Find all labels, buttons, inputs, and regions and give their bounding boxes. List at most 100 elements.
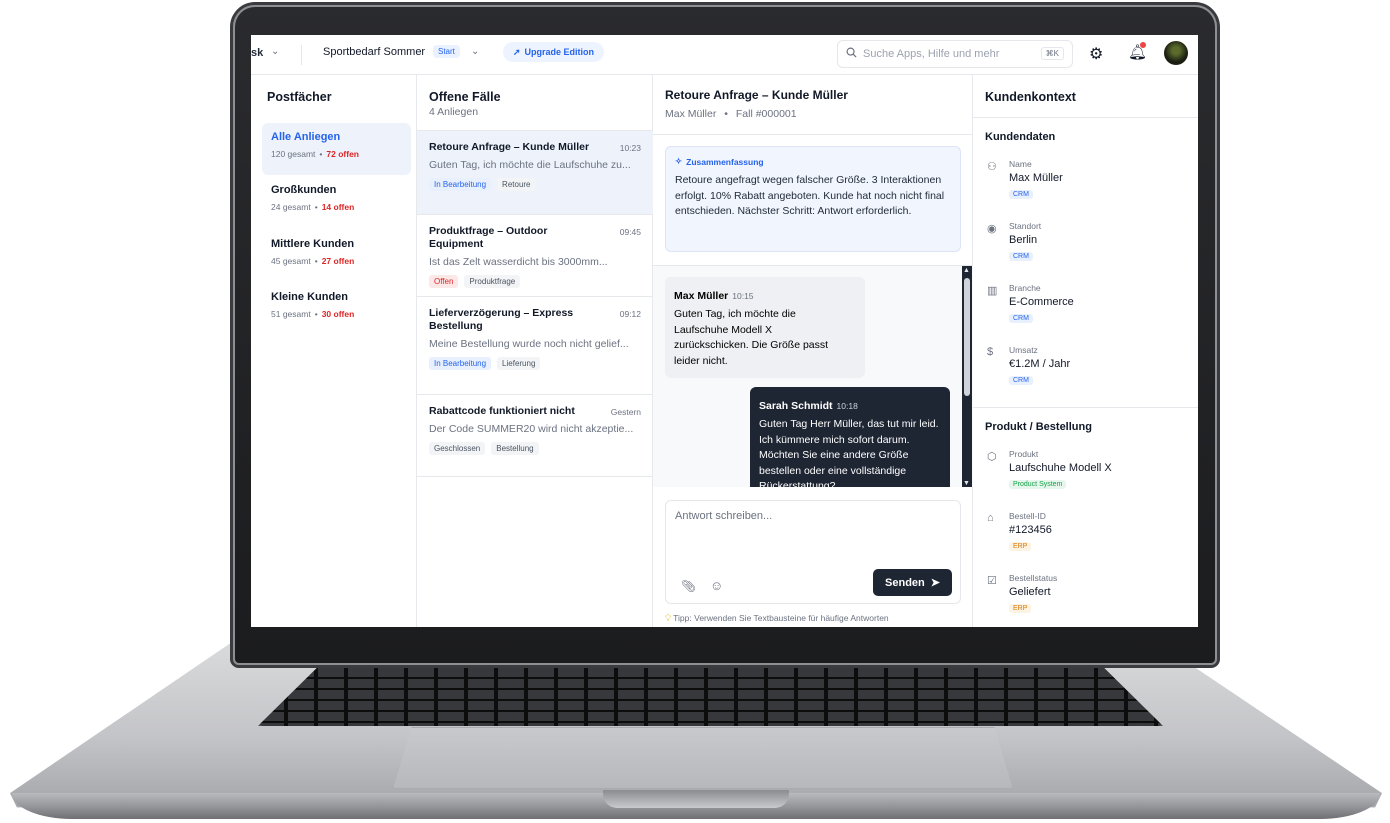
plan-badge: Start [433, 45, 460, 58]
mailbox-item-kleine-kunden[interactable]: Kleine Kunden 51 gesamt • 30 offen [262, 283, 411, 335]
mailbox-item-mittlere-kunden[interactable]: Mittlere Kunden 45 gesamt • 27 offen [262, 230, 411, 282]
scroll-down-icon[interactable]: ▼ [963, 480, 970, 487]
case-time: Gestern [610, 407, 641, 417]
send-button[interactable]: Senden ➤ [873, 569, 952, 596]
message-author: Max Müller [674, 290, 729, 302]
app-switcher-label[interactable]: sk [251, 47, 263, 59]
customer-context-panel: Kundenkontext Kundendaten ⚇ Name Max Mül… [973, 75, 1198, 627]
search-placeholder: Suche Apps, Hilfe und mehr [863, 48, 1000, 60]
message-text: Guten Tag, ich möchte die Laufschuhe Mod… [674, 308, 829, 367]
send-label: Senden [885, 576, 925, 589]
scroll-up-icon[interactable]: ▲ [963, 267, 970, 274]
dollar-icon: $ [987, 346, 994, 358]
message-time: 10:15 [732, 291, 754, 301]
laptop-opening-notch [603, 790, 789, 808]
message-author: Sarah Schmidt [759, 400, 833, 412]
status-badge: In Bearbeitung [429, 178, 492, 191]
source-badge: CRM [1009, 314, 1033, 323]
customer-name: Max Müller [665, 108, 717, 120]
category-badge: Bestellung [491, 442, 539, 455]
chevron-down-icon[interactable]: ⌄ [471, 46, 479, 57]
mailbox-meta: 45 gesamt • 27 offen [271, 256, 355, 266]
case-item[interactable]: Lieferverzögerung – Express Bestellung 0… [417, 297, 653, 395]
divider [973, 407, 1198, 408]
search-input[interactable]: Suche Apps, Hilfe und mehr ⌘K [837, 40, 1073, 68]
source-badge: ERP [1009, 604, 1032, 613]
company-name[interactable]: Sportbedarf Sommer [323, 46, 425, 58]
source-badge: CRM [1009, 376, 1033, 385]
app-screen: sk ⌄ Sportbedarf Sommer Start ⌄ ➚ Upgrad… [251, 35, 1198, 627]
upgrade-label: Upgrade Edition [524, 47, 595, 57]
mailbox-meta: 24 gesamt • 14 offen [271, 202, 355, 212]
mailbox-meta: 120 gesamt • 72 offen [271, 149, 359, 159]
message-agent: Sarah Schmidt 10:18 Guten Tag Herr Müller… [750, 387, 950, 487]
message-customer: Max Müller 10:15 Guten Tag, ich möchte di… [665, 277, 865, 378]
conversation-title: Retoure Anfrage – Kunde Müller [665, 88, 848, 102]
case-time: 09:45 [619, 227, 641, 237]
case-snippet: Der Code SUMMER20 wird nicht akzeptie... [429, 423, 634, 435]
status-badge: Offen [429, 275, 459, 288]
chevron-down-icon[interactable]: ⌄ [271, 46, 279, 57]
case-snippet: Meine Bestellung wurde noch nicht gelief… [429, 338, 629, 350]
cases-title: Offene Fälle [429, 90, 501, 104]
notification-dot [1140, 42, 1146, 48]
source-badge: CRM [1009, 190, 1033, 199]
source-badge: Product System [1009, 480, 1067, 489]
divider [973, 117, 1198, 118]
box-icon: ⬡ [987, 451, 997, 463]
upgrade-button[interactable]: ➚ Upgrade Edition [503, 42, 605, 62]
person-icon: ⚇ [987, 161, 997, 173]
sparkle-icon: ✧ [675, 156, 683, 166]
customer-section-title: Kundendaten [985, 131, 1056, 143]
mailbox-label: Mittlere Kunden [271, 238, 355, 250]
mailbox-item-grosskunden[interactable]: Großkunden 24 gesamt • 14 offen [262, 176, 411, 228]
case-time: 10:23 [619, 143, 641, 153]
avatar[interactable] [1164, 41, 1188, 65]
message-text: Guten Tag Herr Müller, das tut mir leid.… [759, 418, 939, 487]
tip-text: 💡︎ Tipp: Verwenden Sie Textbausteine für… [665, 613, 889, 623]
ai-summary-card: ✧ Zusammenfassung Retoure angefragt wege… [665, 146, 961, 252]
reply-input[interactable] [675, 510, 945, 522]
category-badge: Retoure [497, 178, 536, 191]
gear-icon[interactable]: ⚙ [1089, 44, 1103, 64]
context-title: Kundenkontext [985, 90, 1076, 104]
status-badge: Geschlossen [429, 442, 486, 455]
scrollbar-thumb[interactable] [964, 278, 970, 396]
reply-composer: 📎︎ ☺ Senden ➤ [665, 500, 961, 604]
mailbox-label: Großkunden [271, 184, 337, 196]
source-badge: ERP [1009, 542, 1032, 551]
case-title: Lieferverzögerung – Express Bestellung [429, 307, 574, 332]
status-badge: In Bearbeitung [429, 357, 492, 370]
paper-plane-icon: ➤ [930, 577, 940, 589]
mailbox-label: Alle Anliegen [271, 131, 341, 143]
case-id: Fall #000001 [735, 108, 797, 120]
case-item[interactable]: Produktfrage – Outdoor Equipment 09:45 I… [417, 215, 653, 297]
summary-text: Retoure angefragt wegen falscher Größe. … [675, 174, 945, 217]
tag-icon: ⌂ [987, 512, 994, 524]
laptop-trackpad [393, 727, 1013, 789]
category-badge: Lieferung [497, 357, 541, 370]
paperclip-icon[interactable]: 📎︎ [681, 579, 696, 593]
cases-panel: Offene Fälle 4 Anliegen Retoure Anfrage … [417, 75, 653, 627]
case-item[interactable]: Retoure Anfrage – Kunde Müller 10:23 Gut… [417, 130, 653, 215]
case-snippet: Ist das Zelt wasserdicht bis 3000mm... [429, 256, 608, 268]
conversation-panel: Retoure Anfrage – Kunde Müller Max Mülle… [653, 75, 973, 627]
scrollbar[interactable]: ▲ ▼ [962, 266, 972, 487]
location-pin-icon: ◉ [987, 223, 997, 235]
message-thread[interactable]: Max Müller 10:15 Guten Tag, ich möchte di… [653, 265, 973, 487]
case-title: Retoure Anfrage – Kunde Müller [429, 141, 590, 153]
building-icon: ▥ [987, 285, 998, 297]
cases-count: 4 Anliegen [429, 106, 479, 118]
summary-title: Zusammenfassung [686, 156, 764, 167]
mailbox-meta: 51 gesamt • 30 offen [271, 309, 355, 319]
conversation-meta: Max Müller • Fall #000001 [665, 108, 797, 120]
divider [653, 134, 973, 135]
case-item[interactable]: Rabattcode funktioniert nicht Gestern De… [417, 395, 653, 477]
emoji-icon[interactable]: ☺ [710, 578, 723, 593]
product-section-title: Produkt / Bestellung [985, 421, 1092, 433]
case-snippet: Guten Tag, ich möchte die Laufschuhe zu.… [429, 159, 631, 171]
mailbox-item-alle-anliegen[interactable]: Alle Anliegen 120 gesamt • 72 offen [262, 123, 411, 175]
message-time: 10:18 [836, 401, 858, 411]
search-icon [846, 47, 857, 61]
rocket-icon: ➚ [513, 46, 521, 57]
